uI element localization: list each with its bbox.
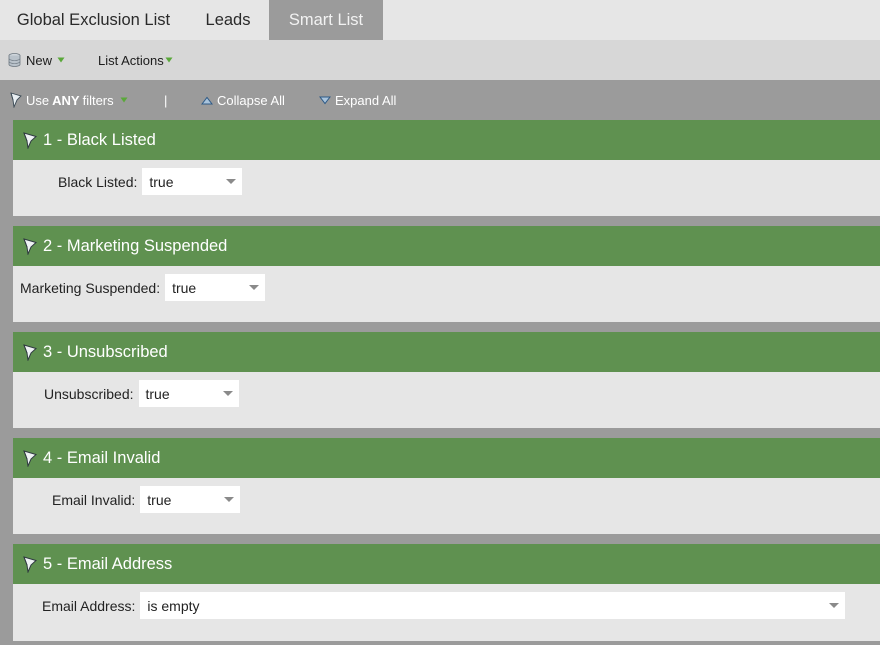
filter-header[interactable]: 2 - Marketing Suspended [13,226,880,266]
expand-all-button[interactable]: Expand All [319,80,396,120]
toolbar-separator: | [164,92,168,108]
filter-title: 4 - Email Invalid [43,448,161,467]
filter-value: true [147,491,172,508]
funnel-icon [10,92,22,108]
list-actions-label: List Actions [98,52,164,68]
filter-logic-suffix: filters [82,92,114,108]
filter-card-marketing-suspended: 2 - Marketing Suspended Marketing Suspen… [13,226,880,322]
tab-smart-list[interactable]: Smart List [269,0,383,40]
funnel-icon [23,237,38,255]
filter-value: true [172,279,197,296]
filter-field-label: Email Address: [42,597,136,614]
filter-value-select[interactable]: true [142,168,243,195]
chevron-down-icon [120,97,128,103]
collapse-all-label: Collapse All [217,92,285,108]
filter-field-label: Unsubscribed: [44,385,134,402]
filter-card-email-invalid: 4 - Email Invalid Email Invalid: true [13,438,880,534]
filter-body: Black Listed: true [13,160,880,216]
funnel-icon [23,449,38,467]
expand-all-label: Expand All [335,92,397,108]
filter-header[interactable]: 3 - Unsubscribed [13,332,880,372]
filter-options-bar: Use ANY filters | Collapse All Expand Al… [0,80,880,120]
toolbar: New List Actions [0,40,880,80]
expand-down-icon [319,96,331,104]
funnel-icon [23,131,38,149]
filter-body: Unsubscribed: true [13,372,880,428]
new-button-label: New [26,52,53,68]
filter-value-select[interactable]: true [165,274,266,301]
collapse-all-button[interactable]: Collapse All [201,80,285,120]
filter-title: 2 - Marketing Suspended [43,236,228,255]
collapse-up-icon [201,96,213,104]
list-actions-button[interactable]: List Actions [98,40,173,80]
filter-card-unsubscribed: 3 - Unsubscribed Unsubscribed: true [13,332,880,428]
filter-header[interactable]: 1 - Black Listed [13,120,880,160]
filter-value-select[interactable]: true [138,380,239,407]
dropdown-arrow-icon [222,391,233,396]
chevron-down-icon [165,57,173,63]
filter-header[interactable]: 4 - Email Invalid [13,438,880,478]
dropdown-arrow-icon [226,179,237,184]
filter-title: 1 - Black Listed [43,130,156,149]
dropdown-arrow-icon [224,497,235,502]
filter-card-email-address: 5 - Email Address Email Address: is empt… [13,544,880,641]
funnel-icon [23,343,38,361]
new-button[interactable]: New [8,40,65,80]
funnel-icon [23,555,38,573]
filter-header[interactable]: 5 - Email Address [13,544,880,584]
filter-title: 5 - Email Address [43,554,173,573]
filter-body: Email Invalid: true [13,478,880,534]
tab-global-exclusion-list[interactable]: Global Exclusion List [0,0,187,40]
dropdown-arrow-icon [829,603,840,608]
filter-value: true [145,385,170,402]
filter-title: 3 - Unsubscribed [43,342,168,361]
filter-value-select[interactable]: true [140,486,241,513]
filter-logic-selector[interactable]: Use ANY filters [9,80,128,120]
filter-field-label: Marketing Suspended: [20,279,161,296]
tab-bar: Global Exclusion List Leads Smart List [0,0,880,40]
filter-value-select[interactable]: is empty [140,592,846,619]
filter-card-black-listed: 1 - Black Listed Black Listed: true [13,120,880,216]
database-icon [8,53,21,67]
filter-body: Marketing Suspended: true [13,266,880,322]
tab-leads[interactable]: Leads [187,0,269,40]
filter-field-label: Email Invalid: [52,491,136,508]
filter-logic-prefix: Use [26,92,50,108]
filter-field-label: Black Listed: [58,173,138,190]
chevron-down-icon [57,57,65,63]
filter-body: Email Address: is empty [13,584,880,641]
filter-value: is empty [147,597,200,614]
filter-logic-any: ANY [52,92,80,108]
filter-value: true [149,173,174,190]
dropdown-arrow-icon [249,285,260,290]
